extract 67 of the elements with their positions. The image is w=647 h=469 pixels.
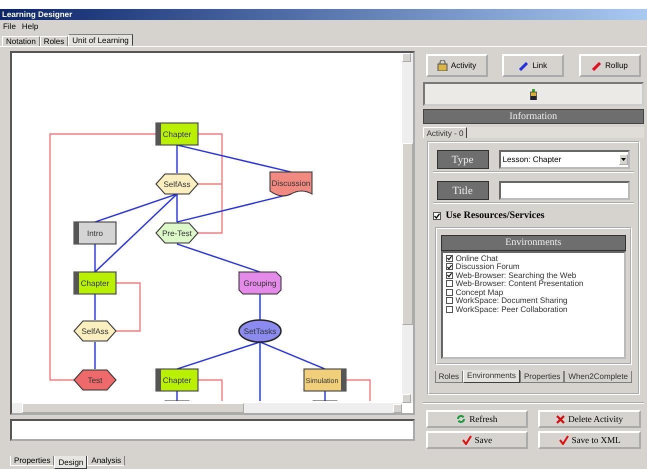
tab[interactable]: Properties <box>10 456 54 466</box>
menu-item[interactable]: File <box>3 22 16 31</box>
chapter-node[interactable]: Chapter <box>156 122 198 146</box>
title-field[interactable] <box>498 181 630 200</box>
section-header: Environments <box>440 235 626 251</box>
caret-icon <box>621 158 626 161</box>
tab[interactable]: Properties <box>520 371 564 383</box>
list-item[interactable]: Online Chat <box>456 254 498 263</box>
checkmark-icon <box>434 212 440 218</box>
tab[interactable]: Design <box>54 456 88 469</box>
checkbox[interactable] <box>446 254 453 262</box>
pen-icon <box>519 60 530 70</box>
checkbox[interactable] <box>432 212 441 220</box>
section-header: Information <box>422 109 644 124</box>
field-label: Type <box>436 150 489 169</box>
grouping-node[interactable]: Grouping <box>238 272 282 294</box>
refresh-icon <box>456 414 466 424</box>
checkbox[interactable] <box>446 263 453 270</box>
action-button[interactable]: Save to XML <box>538 431 641 449</box>
tab[interactable]: Roles <box>434 371 464 383</box>
list-item[interactable]: Web-Browser: Content Presentation <box>456 279 584 288</box>
action-button[interactable]: Refresh <box>426 410 528 428</box>
checkmark-icon <box>558 435 569 445</box>
toolbar-button[interactable]: Rollup <box>579 54 641 77</box>
vertical-scrollbar[interactable] <box>402 53 413 403</box>
ellipse-node[interactable]: SetTasks <box>238 319 282 343</box>
bottle-icon <box>530 88 537 100</box>
list-item[interactable]: Web-Browser: Searching the Web <box>456 270 576 280</box>
action-button[interactable]: Delete Activity <box>538 410 641 428</box>
hexagon-node[interactable]: SelfAss <box>73 320 117 342</box>
type-dropdown[interactable]: Lesson: Chapter <box>498 150 630 169</box>
checkbox[interactable] <box>446 297 453 304</box>
hexagon-node[interactable]: Test <box>73 370 117 390</box>
tab[interactable]: Analysis <box>87 456 126 466</box>
tab[interactable]: Activity - 0 <box>422 127 468 138</box>
list-item[interactable]: Discussion Forum <box>456 262 520 272</box>
pen-icon <box>592 60 602 70</box>
tab[interactable]: Notation <box>2 36 40 46</box>
checkbox[interactable] <box>446 288 453 296</box>
checkmark-icon <box>462 435 472 445</box>
list-item[interactable]: WorkSpace: Document Sharing <box>456 296 568 306</box>
discussion-node[interactable]: Discussion <box>270 172 312 196</box>
list-item[interactable]: Concept Map <box>456 288 504 297</box>
checkbox-label: Use Resources/Services <box>446 210 545 221</box>
status-field[interactable] <box>10 419 415 441</box>
tab[interactable]: Unit of Learning <box>68 34 133 46</box>
chapter-node[interactable]: Chapter <box>156 368 198 392</box>
field-label: Title <box>436 181 489 200</box>
checkbox[interactable] <box>446 306 453 313</box>
window-title: Learning Designer <box>0 9 647 20</box>
action-button[interactable]: Save <box>426 431 528 449</box>
checkbox[interactable] <box>446 280 453 288</box>
toolbar-button[interactable]: Activity <box>426 54 488 77</box>
checkbox[interactable] <box>446 272 453 279</box>
intro-node[interactable]: Intro <box>74 222 116 244</box>
toolbar-button[interactable]: Link <box>502 54 564 77</box>
horizontal-scrollbar[interactable] <box>12 403 402 413</box>
hexagon-node[interactable]: SelfAss <box>155 174 199 194</box>
delete-icon <box>556 414 566 424</box>
hexagon-node[interactable]: Pre-Test <box>155 222 199 244</box>
tab[interactable]: Environments <box>463 370 520 383</box>
menu-item[interactable]: Help <box>22 22 38 31</box>
lock-icon <box>436 60 448 71</box>
list-item[interactable]: WorkSpace: Peer Collaboration <box>456 304 568 314</box>
tab[interactable]: When2Complete <box>564 371 632 383</box>
chapter-node[interactable]: Chapter <box>74 272 116 294</box>
tab[interactable]: Roles <box>40 36 68 46</box>
